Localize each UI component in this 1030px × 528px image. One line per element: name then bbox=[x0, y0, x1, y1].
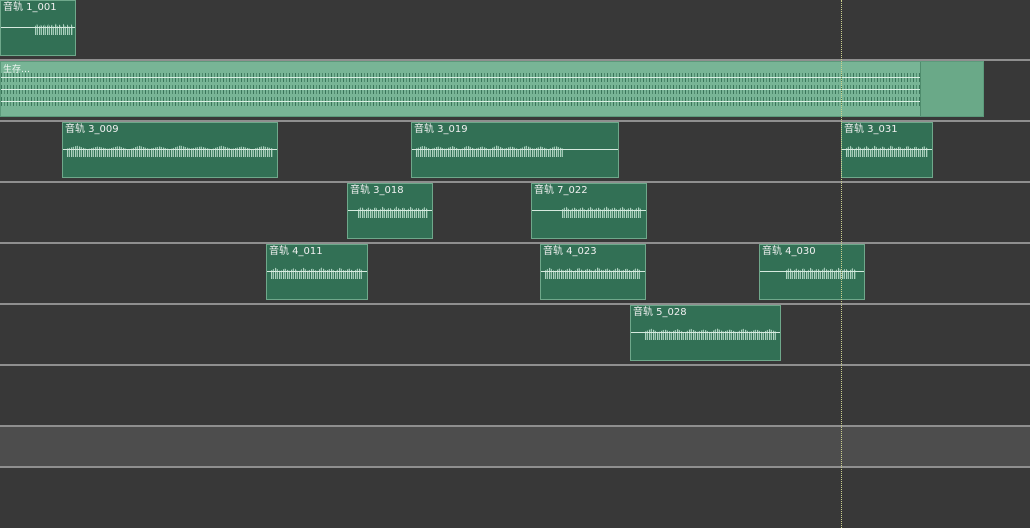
track-lane-4[interactable]: 音轨 3_018 音轨 7_022 bbox=[0, 183, 1030, 244]
audio-clip[interactable]: 音轨 3_009 bbox=[62, 122, 278, 178]
clip-label: 音轨 3_009 bbox=[65, 124, 119, 135]
clip-center-line bbox=[842, 149, 932, 150]
audio-clip[interactable]: 音轨 3_031 bbox=[841, 122, 933, 178]
clip-center-line bbox=[631, 332, 780, 333]
track-lane-1[interactable]: 音轨 1_001 bbox=[0, 0, 1030, 61]
audio-clip[interactable]: 音轨 4_023 bbox=[540, 244, 646, 300]
waveform bbox=[67, 145, 273, 157]
clip-label: 音轨 3_031 bbox=[844, 124, 898, 135]
clip-center-line bbox=[348, 210, 432, 211]
waveform bbox=[416, 145, 563, 157]
track-lane-3[interactable]: 音轨 3_009 音轨 3_019 音轨 3_031 bbox=[0, 122, 1030, 183]
audio-clip[interactable]: 音轨 7_022 bbox=[531, 183, 647, 239]
waveform bbox=[35, 23, 73, 35]
clip-center-line bbox=[760, 271, 864, 272]
track-lane-6[interactable]: 音轨 5_028 bbox=[0, 305, 1030, 366]
clip-center-line bbox=[1, 27, 75, 28]
clip-label: 音轨 4_030 bbox=[762, 246, 816, 257]
track-lane-8[interactable] bbox=[0, 427, 1030, 468]
track-lane-2[interactable]: 生存… bbox=[0, 61, 1030, 122]
track-lane-7[interactable] bbox=[0, 366, 1030, 427]
channel-line-1 bbox=[1, 77, 983, 78]
fade-tail bbox=[920, 62, 983, 116]
audio-clip[interactable]: 音轨 1_001 bbox=[0, 0, 76, 56]
clip-label: 音轨 3_019 bbox=[414, 124, 468, 135]
channel-line-2 bbox=[1, 89, 983, 90]
clip-label: 音轨 1_001 bbox=[3, 2, 57, 13]
clip-center-line bbox=[541, 271, 645, 272]
audio-clip[interactable]: 音轨 5_028 bbox=[630, 305, 781, 361]
clip-label: 音轨 3_018 bbox=[350, 185, 404, 196]
timeline[interactable]: 音轨 1_001 生存… 音轨 3_009 音轨 3_019 音轨 3_031 … bbox=[0, 0, 1030, 528]
clip-label: 音轨 7_022 bbox=[534, 185, 588, 196]
long-audio-clip[interactable]: 生存… bbox=[0, 61, 984, 117]
waveform bbox=[271, 267, 363, 279]
track-lane-9[interactable] bbox=[0, 468, 1030, 528]
track-lane-5[interactable]: 音轨 4_011 音轨 4_023 音轨 4_030 bbox=[0, 244, 1030, 305]
audio-clip[interactable]: 音轨 3_019 bbox=[411, 122, 619, 178]
clip-label: 音轨 4_023 bbox=[543, 246, 597, 257]
audio-clip[interactable]: 音轨 4_030 bbox=[759, 244, 865, 300]
waveform bbox=[562, 206, 642, 218]
waveform bbox=[846, 145, 928, 157]
clip-center-line bbox=[412, 149, 618, 150]
clip-label: 音轨 5_028 bbox=[633, 307, 687, 318]
waveform bbox=[786, 267, 856, 279]
waveform bbox=[545, 267, 641, 279]
clip-label: 音轨 4_011 bbox=[269, 246, 323, 257]
clip-center-line bbox=[532, 210, 646, 211]
audio-clip[interactable]: 音轨 3_018 bbox=[347, 183, 433, 239]
clip-center-line bbox=[267, 271, 367, 272]
waveform bbox=[358, 206, 428, 218]
channel-line-3 bbox=[1, 101, 983, 102]
waveform bbox=[645, 328, 776, 340]
clip-center-line bbox=[63, 149, 277, 150]
audio-clip[interactable]: 音轨 4_011 bbox=[266, 244, 368, 300]
